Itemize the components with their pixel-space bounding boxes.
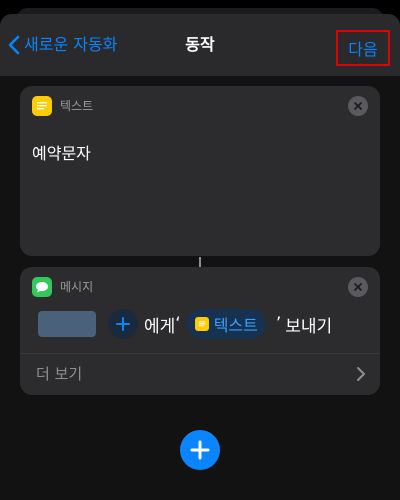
show-more-row[interactable]: 더 보기 xyxy=(20,354,380,395)
close-quote: ’ xyxy=(275,314,282,334)
text-action-header: 텍스트 xyxy=(32,96,93,116)
text-action-card[interactable]: 텍스트 예약문자 xyxy=(20,86,380,256)
plus-icon xyxy=(116,317,130,331)
notes-app-icon xyxy=(194,317,209,331)
close-icon xyxy=(354,283,362,291)
recipient-token[interactable] xyxy=(38,311,96,337)
text-action-content[interactable]: 예약문자 xyxy=(32,140,91,164)
plus-icon xyxy=(190,440,210,460)
remove-text-action-button[interactable] xyxy=(348,96,368,116)
close-icon xyxy=(354,102,362,110)
add-action-button[interactable] xyxy=(180,430,220,470)
text-action-title: 텍스트 xyxy=(60,99,94,113)
to-label: 에게 xyxy=(144,316,176,337)
open-quote: ‘ xyxy=(175,314,181,334)
actions-list: 텍스트 예약문자 메시지 에게 ‘ 텍스트 ’ 보내기 더 보기 xyxy=(0,76,400,500)
chevron-right-icon xyxy=(357,367,365,381)
message-sentence: 에게 ‘ 텍스트 ’ 보내기 xyxy=(38,309,332,339)
add-recipient-button[interactable] xyxy=(108,309,138,339)
message-action-title: 메시지 xyxy=(60,280,94,294)
message-action-card[interactable]: 메시지 에게 ‘ 텍스트 ’ 보내기 더 보기 xyxy=(20,267,380,395)
send-label: 보내기 xyxy=(285,316,333,337)
shortcut-sheet: 새로운 자동화 동작 다음 텍스트 예약문자 메시지 에게 ‘ 텍스트 ’ 보내… xyxy=(0,14,400,500)
next-button[interactable]: 다음 xyxy=(336,30,390,66)
action-connector xyxy=(199,257,201,267)
remove-message-action-button[interactable] xyxy=(348,277,368,297)
navigation-bar: 새로운 자동화 동작 다음 xyxy=(0,14,400,76)
messages-app-icon xyxy=(32,277,52,297)
notes-app-icon xyxy=(32,96,52,116)
text-variable-token[interactable]: 텍스트 xyxy=(186,309,266,339)
show-more-label: 더 보기 xyxy=(36,365,83,383)
message-action-header: 메시지 xyxy=(32,277,93,297)
text-variable-label: 텍스트 xyxy=(213,316,258,335)
